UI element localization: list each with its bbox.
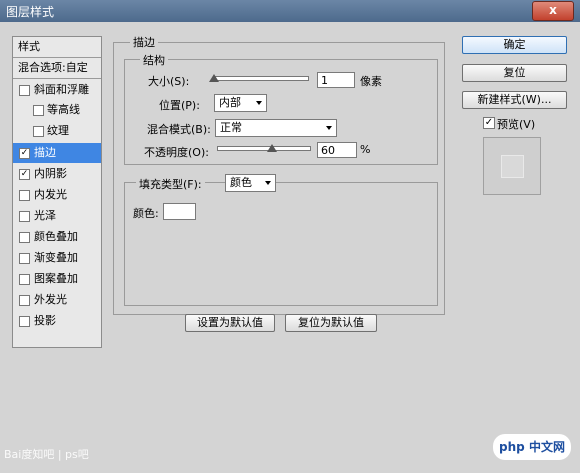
layer-style-dialog: 样式 混合选项:自定 斜面和浮雕 等高线 纹理 ✓ 描边 ✓ 内阴影 内发光 光泽 …: [0, 22, 580, 473]
sidebar-item-color-overlay[interactable]: 颜色叠加: [13, 227, 101, 247]
dropdown-arrow-icon: [265, 181, 271, 185]
opacity-input[interactable]: 60: [317, 142, 357, 158]
opacity-unit: %: [360, 143, 371, 156]
checkbox[interactable]: [19, 274, 30, 285]
stroke-group-title: 描边: [130, 34, 158, 50]
fill-type-select[interactable]: 颜色: [225, 174, 276, 192]
window-title: 图层样式: [6, 5, 55, 19]
sidebar-item-stroke[interactable]: ✓ 描边: [13, 143, 101, 163]
opacity-slider-thumb[interactable]: [267, 144, 278, 152]
baidu-watermark: Bai度知吧 | ps吧: [4, 448, 89, 461]
preview-sample: [501, 155, 524, 178]
checkbox[interactable]: [19, 253, 30, 264]
sidebar-item-outer-glow[interactable]: 外发光: [13, 290, 101, 310]
sidebar-item-inner-glow[interactable]: 内发光: [13, 185, 101, 205]
sidebar-item-styles[interactable]: 样式: [13, 37, 101, 57]
opacity-slider[interactable]: [217, 146, 311, 151]
size-slider-thumb[interactable]: [208, 74, 219, 82]
size-input[interactable]: 1: [317, 72, 355, 88]
sidebar-item-satin[interactable]: 光泽: [13, 206, 101, 226]
style-list: 样式 混合选项:自定 斜面和浮雕 等高线 纹理 ✓ 描边 ✓ 内阴影 内发光 光泽 …: [12, 36, 102, 348]
position-select[interactable]: 内部: [214, 94, 267, 112]
checkbox[interactable]: [33, 126, 44, 137]
checkbox[interactable]: [33, 105, 44, 116]
style-preview: [483, 137, 541, 195]
dropdown-arrow-icon: [326, 126, 332, 130]
sidebar-item-bevel-emboss[interactable]: 斜面和浮雕: [13, 80, 101, 100]
color-label: 颜色:: [133, 207, 159, 220]
sidebar-item-inner-shadow[interactable]: ✓ 内阴影: [13, 164, 101, 184]
size-unit: 像素: [360, 75, 382, 88]
close-button[interactable]: x: [532, 1, 574, 21]
checkbox[interactable]: [19, 85, 30, 96]
php-watermark: php 中文网: [493, 434, 571, 460]
color-swatch[interactable]: [163, 203, 196, 220]
dropdown-arrow-icon: [256, 101, 262, 105]
sidebar-item-drop-shadow[interactable]: 投影: [13, 311, 101, 331]
title-bar: 图层样式 x: [0, 0, 580, 22]
checkbox[interactable]: [19, 295, 30, 306]
new-style-button[interactable]: 新建样式(W)...: [462, 91, 567, 109]
sidebar-item-contour[interactable]: 等高线: [13, 100, 101, 120]
checkbox[interactable]: ✓: [19, 148, 30, 159]
sidebar-item-pattern-overlay[interactable]: 图案叠加: [13, 269, 101, 289]
reset-default-button[interactable]: 复位为默认值: [285, 314, 377, 332]
checkbox[interactable]: [19, 190, 30, 201]
ok-button[interactable]: 确定: [462, 36, 567, 54]
reset-button[interactable]: 复位: [462, 64, 567, 82]
blend-mode-select[interactable]: 正常: [215, 119, 337, 137]
opacity-label: 不透明度(O):: [144, 146, 209, 159]
fill-type-label: 填充类型(F):: [136, 176, 205, 192]
fill-group: [124, 182, 438, 306]
structure-group-title: 结构: [140, 52, 168, 68]
size-label: 大小(S):: [148, 75, 190, 88]
preview-label: 预览(V): [497, 118, 536, 131]
position-label: 位置(P):: [159, 99, 200, 112]
size-slider[interactable]: [213, 76, 309, 81]
divider: [13, 78, 101, 79]
sidebar-item-gradient-overlay[interactable]: 渐变叠加: [13, 248, 101, 268]
sidebar-item-texture[interactable]: 纹理: [13, 121, 101, 141]
set-default-button[interactable]: 设置为默认值: [185, 314, 275, 332]
checkbox[interactable]: [19, 316, 30, 327]
blend-mode-label: 混合模式(B):: [147, 123, 211, 136]
checkbox[interactable]: ✓: [19, 169, 30, 180]
checkbox[interactable]: [19, 211, 30, 222]
checkbox[interactable]: [19, 232, 30, 243]
preview-checkbox[interactable]: ✓: [483, 117, 495, 129]
sidebar-item-blending-options[interactable]: 混合选项:自定: [13, 58, 101, 78]
